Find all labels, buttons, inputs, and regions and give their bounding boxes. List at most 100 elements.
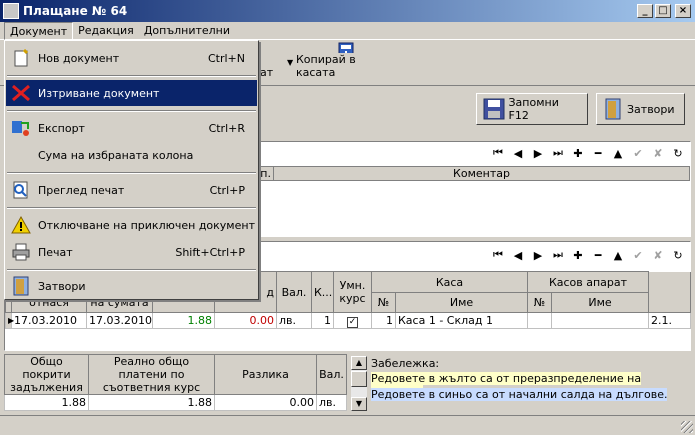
menu-item-print-preview[interactable]: Преглед печат Ctrl+P <box>6 177 257 203</box>
notes-area: Забележка: Редовете в жълто са от прераз… <box>371 357 691 404</box>
refresh-icon[interactable]: ↻ <box>671 147 685 160</box>
cell-k[interactable]: 1 <box>311 312 334 329</box>
status-bar <box>0 415 695 435</box>
summary-currency: лв. <box>316 394 347 411</box>
delete-record-icon[interactable]: ━ <box>591 147 605 160</box>
scroll-thumb[interactable] <box>351 371 367 387</box>
table-row[interactable]: ▶ 17.03.2010 17.03.2010 1.88 0.00 лв. 1 … <box>5 312 691 329</box>
copy-to-cash-label: Копирай в касата <box>296 53 356 79</box>
door-icon <box>605 98 621 120</box>
print-preview-icon <box>11 181 31 199</box>
notes-blue-text: Редовете в синьо са от начални салда на … <box>371 388 668 401</box>
menu-item-column-sum[interactable]: Сума на избраната колона <box>6 142 257 168</box>
menu-item-unlock-document[interactable]: Отключване на приключен документ <box>6 212 257 238</box>
minimize-button[interactable]: _ <box>637 4 653 18</box>
close-label: Затвори <box>627 102 675 116</box>
close-button[interactable]: Затвори <box>596 93 685 125</box>
cell-date1[interactable]: 17.03.2010 <box>11 312 87 329</box>
menu-edit[interactable]: Редакция <box>73 22 139 40</box>
summary-col-currency: Вал. <box>316 354 347 395</box>
cell-cash-no[interactable]: 1 <box>371 312 396 329</box>
scroll-down-icon[interactable]: ▼ <box>351 397 367 411</box>
col-cash-name: Име <box>395 292 528 313</box>
menu-bar: Документ Редакция Допълнителни <box>0 21 695 40</box>
menu-document[interactable]: Документ <box>4 21 74 40</box>
mult-rate-checkbox[interactable]: ✓ <box>347 316 358 328</box>
top-grid-col-comment: Коментар <box>273 166 690 181</box>
col-k: К... <box>311 271 334 313</box>
resize-grip-icon[interactable] <box>681 421 693 433</box>
floppy-disk-icon <box>483 98 505 120</box>
maximize-button[interactable]: □ <box>655 4 671 18</box>
confirm-icon[interactable]: ✔ <box>631 249 645 262</box>
col-mult-rate: Умн. курс <box>333 271 372 313</box>
notes-label: Забележка: <box>371 357 440 370</box>
first-record-icon[interactable]: ⏮ <box>491 248 505 262</box>
menu-separator <box>7 172 256 174</box>
summary-diff: 0.00 <box>214 394 317 411</box>
menu-item-new-document[interactable]: Нов документ Ctrl+N <box>6 45 257 71</box>
new-document-icon <box>11 49 31 67</box>
summary-panel: Общо покрити задължения Реално общо плат… <box>4 354 347 411</box>
print-dropdown-arrow-icon[interactable]: ▼ <box>287 58 293 67</box>
cell-amount[interactable]: 1.88 <box>152 312 215 329</box>
save-button[interactable]: Запомни F12 <box>476 93 588 125</box>
cell-last[interactable]: 2.1. <box>648 312 691 329</box>
col-cash: Каса <box>371 271 528 293</box>
last-record-icon[interactable]: ⏭ <box>551 248 565 262</box>
cell-date2[interactable]: 17.03.2010 <box>86 312 153 329</box>
save-label: Запомни F12 <box>508 96 559 122</box>
notes-scrollbar[interactable]: ▲ ▼ <box>351 356 367 411</box>
next-record-icon[interactable]: ▶ <box>531 249 545 262</box>
menu-separator <box>7 75 256 77</box>
prev-record-icon[interactable]: ◀ <box>511 249 525 262</box>
menu-item-close[interactable]: Затвори <box>6 273 257 299</box>
menu-separator <box>7 207 256 209</box>
summary-covered: 1.88 <box>4 394 89 411</box>
summary-col-diff: Разлика <box>214 354 317 395</box>
col-reg-no: № <box>527 292 552 313</box>
menu-extra[interactable]: Допълнителни <box>139 22 235 40</box>
scroll-up-icon[interactable]: ▲ <box>351 356 367 370</box>
menu-item-export[interactable]: Експорт Ctrl+R <box>6 115 257 141</box>
col-reg-name: Име <box>551 292 649 313</box>
cancel-icon[interactable]: ✘ <box>651 249 665 262</box>
move-up-icon[interactable]: ▲ <box>611 249 625 262</box>
summary-col-paid: Реално общо платени по съответния курс <box>88 354 215 395</box>
last-record-icon[interactable]: ⏭ <box>551 146 565 160</box>
cell-mult-rate[interactable]: ✓ <box>333 312 372 329</box>
menu-item-print[interactable]: Печат Shift+Ctrl+P <box>6 239 257 265</box>
door-icon <box>11 276 31 296</box>
app-icon <box>3 3 19 19</box>
menu-separator <box>7 110 256 112</box>
delete-record-icon[interactable]: ━ <box>591 249 605 262</box>
col-register: Касов апарат <box>527 271 649 293</box>
cancel-icon[interactable]: ✘ <box>651 147 665 160</box>
copy-to-cash-button[interactable]: Копирай в касата <box>296 42 396 82</box>
menu-item-delete-document[interactable]: Изтриване документ <box>6 80 257 106</box>
cell-diff[interactable]: 0.00 <box>214 312 277 329</box>
delete-x-icon <box>11 84 31 102</box>
confirm-icon[interactable]: ✔ <box>631 147 645 160</box>
refresh-icon[interactable]: ↻ <box>671 249 685 262</box>
summary-col-covered: Общо покрити задължения <box>4 354 89 395</box>
move-up-icon[interactable]: ▲ <box>611 147 625 160</box>
export-icon <box>11 119 31 137</box>
col-cash-no: № <box>371 292 396 313</box>
summary-table: Общо покрити задължения Реално общо плат… <box>4 354 347 411</box>
close-window-button[interactable]: × <box>675 4 691 18</box>
next-record-icon[interactable]: ▶ <box>531 147 545 160</box>
copy-to-cash-icon <box>338 42 354 53</box>
top-grid-navigator: ⏮ ◀ ▶ ⏭ ✚ ━ ▲ ✔ ✘ ↻ <box>491 146 685 160</box>
cell-currency[interactable]: лв. <box>276 312 312 329</box>
add-record-icon[interactable]: ✚ <box>571 249 585 262</box>
first-record-icon[interactable]: ⏮ <box>491 146 505 160</box>
document-menu: Нов документ Ctrl+N Изтриване документ Е… <box>4 40 259 300</box>
printer-icon <box>11 243 31 261</box>
cell-cash-name[interactable]: Каса 1 - Склад 1 <box>395 312 528 329</box>
add-record-icon[interactable]: ✚ <box>571 147 585 160</box>
prev-record-icon[interactable]: ◀ <box>511 147 525 160</box>
menu-separator <box>7 269 256 271</box>
col-currency: Вал. <box>276 271 312 313</box>
main-grid-navigator: ⏮ ◀ ▶ ⏭ ✚ ━ ▲ ✔ ✘ ↻ <box>491 248 685 262</box>
